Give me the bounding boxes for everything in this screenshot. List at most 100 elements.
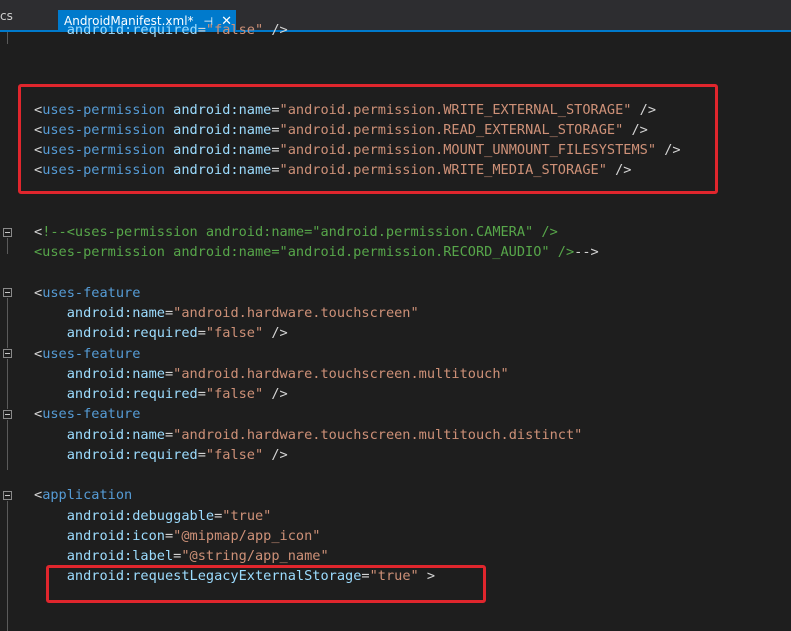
code-token-punc: < (34, 285, 43, 301)
code-token-str: "android.permission.WRITE_EXTERNAL_STORA… (279, 102, 632, 118)
code-token-punc: = (361, 568, 370, 584)
code-token-punc: < (34, 406, 43, 422)
code-token-comment: !--<uses-permission android:name="androi… (42, 224, 558, 240)
code-line[interactable]: android:name="android.hardware.touchscre… (34, 364, 509, 384)
code-token-comment: <uses-permission android:name="android.p… (34, 244, 575, 260)
code-token-str: "android.hardware.touchscreen.multitouch… (173, 427, 583, 443)
code-token-str: "android.permission.WRITE_MEDIA_STORAGE" (279, 162, 607, 178)
code-token-tag: uses-feature (42, 285, 141, 301)
code-token-str: "false" (205, 325, 264, 341)
code-line[interactable]: android:required="false" /> (34, 445, 288, 465)
fold-collapse-icon[interactable] (3, 228, 12, 237)
code-token-tag: uses-feature (42, 346, 141, 362)
fold-guide-line (7, 298, 8, 348)
code-token-punc: = (197, 447, 206, 463)
code-token-str: "android.permission.READ_EXTERNAL_STORAG… (279, 122, 624, 138)
code-token-tag: uses-permission (42, 102, 165, 118)
code-token-punc: /> (606, 162, 632, 178)
code-line[interactable]: <uses-feature (34, 283, 140, 303)
code-token-attr: android:name (173, 162, 272, 178)
code-line[interactable]: android:name="android.hardware.touchscre… (34, 425, 583, 445)
code-token-attr: android:label (66, 548, 174, 564)
code-token-attr: android:icon (66, 528, 165, 544)
code-token-punc: = (164, 427, 174, 443)
code-token-str: "false" (205, 447, 264, 463)
code-token-attr: android:name (66, 427, 165, 443)
code-line[interactable]: <uses-permission android:name="android.p… (34, 160, 631, 180)
fold-guide-line (7, 501, 8, 631)
code-line[interactable]: <uses-permission android:name="android.p… (34, 120, 648, 140)
code-token-attr: android:name (66, 305, 165, 321)
code-token-tag: uses-feature (42, 406, 141, 422)
code-line[interactable]: android:label="@string/app_name" (34, 546, 329, 566)
code-token-punc: /> (623, 122, 648, 138)
code-token-attr: android:required (66, 22, 198, 38)
fold-collapse-icon[interactable] (3, 410, 12, 419)
code-line[interactable]: <uses-permission android:name="android.p… (34, 100, 656, 120)
code-token-punc: = (271, 162, 280, 178)
fold-guide-line (7, 420, 8, 470)
code-editor[interactable]: android:required="false" /> <uses-permiss… (0, 22, 791, 631)
code-token-punc: = (164, 528, 174, 544)
tab-previous-file[interactable]: cs (0, 9, 13, 23)
code-token-tag: application (42, 487, 133, 503)
code-token-tag: uses-permission (42, 162, 165, 178)
code-token-tag: uses-permission (42, 142, 165, 158)
fold-guide-line (7, 32, 8, 44)
code-line[interactable]: <uses-permission android:name="android.p… (34, 140, 681, 160)
code-token-punc: /> (263, 325, 288, 341)
code-token-attr: android:required (66, 325, 198, 341)
code-token-attr: android:requestLegacyExternalStorage (66, 568, 362, 584)
code-token-punc: < (34, 102, 43, 118)
code-token-str: "true" (222, 508, 272, 524)
code-token-attr: android:name (66, 366, 165, 382)
code-line[interactable]: <!--<uses-permission android:name="andro… (34, 222, 558, 242)
code-line[interactable]: android:name="android.hardware.touchscre… (34, 303, 419, 323)
code-token-attr: android:debuggable (66, 508, 215, 524)
fold-collapse-icon[interactable] (3, 491, 12, 500)
code-token-attr: android:name (173, 102, 272, 118)
fold-guide-line (7, 238, 8, 254)
fold-collapse-icon[interactable] (3, 288, 12, 297)
code-token-str: "false" (205, 386, 264, 402)
code-token-str: "android.hardware.touchscreen" (173, 305, 419, 321)
code-token-str: "@mipmap/app_icon" (173, 528, 321, 544)
fold-collapse-icon[interactable] (3, 349, 12, 358)
code-token-punc: /> (263, 22, 288, 38)
code-token-punc: = (271, 142, 280, 158)
code-token-punc: < (34, 224, 43, 240)
code-line[interactable]: android:required="false" /> (34, 384, 288, 404)
code-line[interactable]: android:required="false" /> (34, 323, 288, 343)
code-token-attr: android:name (173, 142, 272, 158)
code-token-punc: < (34, 162, 43, 178)
code-token-punc: < (34, 142, 43, 158)
code-token-punc: = (197, 386, 206, 402)
code-token-punc: = (197, 325, 206, 341)
code-token-punc (165, 162, 173, 178)
code-line[interactable]: <application (34, 485, 132, 505)
code-token-punc (165, 102, 173, 118)
code-line[interactable]: <uses-feature (34, 344, 140, 364)
code-token-punc: /> (631, 102, 657, 118)
code-line[interactable]: android:required="false" /> (34, 20, 288, 40)
code-token-attr: android:name (173, 122, 272, 138)
code-line[interactable]: <uses-feature (34, 404, 140, 424)
code-token-punc: > (418, 568, 436, 584)
code-token-str: "android.permission.MOUNT_UNMOUNT_FILESY… (279, 142, 657, 158)
code-token-str: "android.hardware.touchscreen.multitouch… (173, 366, 509, 382)
code-line[interactable]: android:requestLegacyExternalStorage="tr… (34, 566, 435, 586)
code-token-attr: android:required (66, 386, 198, 402)
code-token-punc (165, 142, 173, 158)
code-token-str: "false" (205, 22, 264, 38)
code-line[interactable]: <uses-permission android:name="android.p… (34, 242, 599, 262)
code-token-punc: = (271, 102, 280, 118)
code-line[interactable]: android:debuggable="true" (34, 506, 272, 526)
code-token-punc: /> (263, 447, 288, 463)
code-token-punc: = (164, 305, 174, 321)
code-line[interactable]: android:icon="@mipmap/app_icon" (34, 526, 321, 546)
